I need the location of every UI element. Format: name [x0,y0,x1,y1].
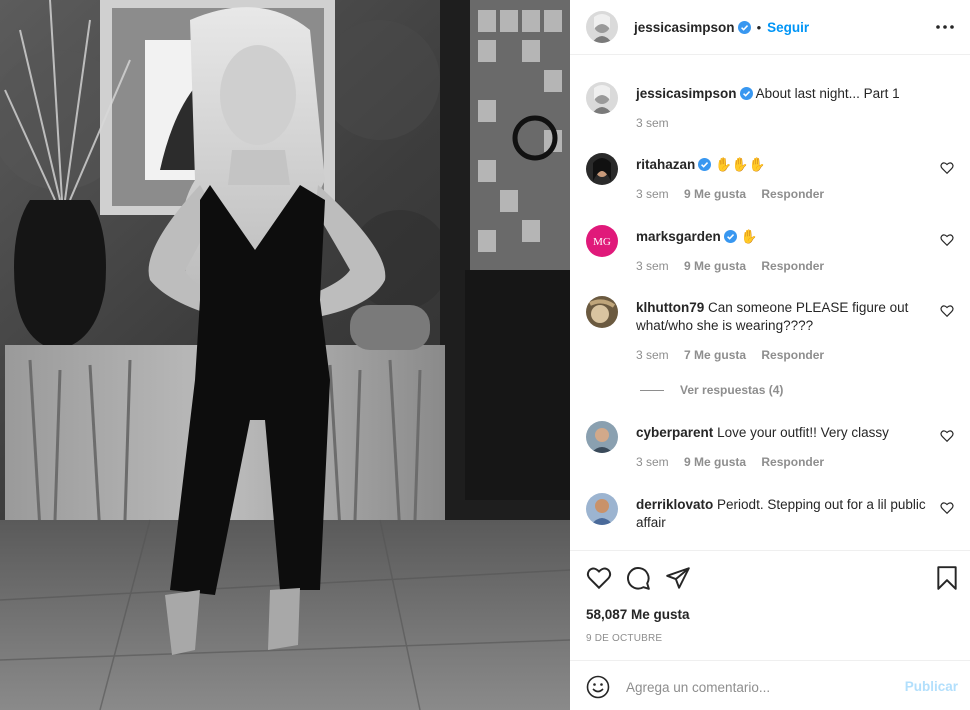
comment-item: cyberparent Love your outfit!! Very clas… [586,421,954,471]
verified-badge-icon [698,158,712,171]
caption-body: About last night... Part 1 [755,86,900,101]
comment-text: ritahazan ✋✋✋ [636,156,926,174]
comment-icon[interactable] [625,565,651,591]
comment-likes[interactable]: 9 Me gusta [684,455,746,469]
comment-body: Love your outfit!! Very classy [717,425,889,440]
caption-username[interactable]: jessicasimpson [636,86,737,101]
comment-username[interactable]: derriklovato [636,497,713,512]
comment-username[interactable]: ritahazan [636,157,695,172]
more-horizontal-icon[interactable] [934,18,956,36]
comment-text: derriklovato Periodt. Stepping out for a… [636,496,926,532]
view-replies-button[interactable]: Ver respuestas (4) [640,383,783,397]
like-comment-heart-icon[interactable] [940,304,954,318]
comment-username[interactable]: klhutton79 [636,300,704,315]
reply-button[interactable]: Responder [761,348,824,362]
comment-time[interactable]: 3 sem [636,455,669,469]
comment-username[interactable]: marksgarden [636,229,721,244]
commenter-avatar[interactable] [586,296,618,328]
comment-meta: 3 sem 9 Me gusta Responder [636,187,836,201]
post-date: 9 DE OCTUBRE [586,633,663,644]
like-comment-heart-icon[interactable] [940,161,954,175]
like-comment-heart-icon[interactable] [940,501,954,515]
follow-button[interactable]: Seguir [767,20,809,35]
verified-badge-icon [723,230,737,243]
separator-dot: • [756,19,762,35]
reply-button[interactable]: Responder [761,187,824,201]
commenter-avatar[interactable] [586,493,618,525]
caption-text: jessicasimpson About last night... Part … [636,85,926,103]
caption-time[interactable]: 3 sem [636,116,669,130]
like-comment-heart-icon[interactable] [940,429,954,443]
share-icon[interactable] [665,565,691,591]
caption: jessicasimpson About last night... Part … [586,82,954,132]
commenter-avatar[interactable] [586,153,618,185]
author-avatar[interactable] [586,82,618,114]
comment-input[interactable] [626,675,896,699]
post-photo[interactable] [0,0,570,710]
publish-button[interactable]: Publicar [905,679,958,694]
caption-meta: 3 sem [636,116,681,130]
heart-icon[interactable] [586,565,612,591]
reply-button[interactable]: Responder [761,259,824,273]
comment-time[interactable]: 3 sem [636,259,669,273]
reply-button[interactable]: Responder [761,455,824,469]
author-avatar[interactable] [586,11,618,43]
commenter-avatar[interactable]: MG [586,225,618,257]
comment-meta: 3 sem 7 Me gusta Responder [636,348,836,362]
like-comment-heart-icon[interactable] [940,233,954,247]
post-panel: jessicasimpson • Seguir jessicasimpson A… [570,0,970,710]
comment-item: ritahazan ✋✋✋ 3 sem 9 Me gusta Responder [586,153,954,203]
verified-badge-icon [737,20,751,34]
post-header: jessicasimpson • Seguir [570,0,970,55]
comment-text: cyberparent Love your outfit!! Very clas… [636,424,926,442]
author-username[interactable]: jessicasimpson [634,20,735,35]
comment-item: klhutton79 Can someone PLEASE figure out… [586,296,954,366]
replies-divider [640,389,664,391]
comment-text: klhutton79 Can someone PLEASE figure out… [636,299,926,335]
comment-likes[interactable]: 7 Me gusta [684,348,746,362]
comments-list[interactable]: jessicasimpson About last night... Part … [570,56,970,550]
comment-username[interactable]: cyberparent [636,425,713,440]
comment-body: ✋✋✋ [715,157,766,172]
add-comment-bar: Publicar [570,660,970,710]
comment-meta: 3 sem 9 Me gusta Responder [636,259,836,273]
comment-text: marksgarden ✋ [636,228,926,246]
comment-likes[interactable]: 9 Me gusta [684,187,746,201]
bookmark-icon[interactable] [934,565,960,591]
comment-meta: 3 sem 9 Me gusta Responder [636,455,836,469]
comment-item: derriklovato Periodt. Stepping out for a… [586,493,954,543]
comment-time[interactable]: 3 sem [636,348,669,362]
comment-likes[interactable]: 9 Me gusta [684,259,746,273]
commenter-avatar[interactable] [586,421,618,453]
view-replies-label: Ver respuestas (4) [680,383,784,397]
comment-body: ✋ [740,229,758,244]
likes-count[interactable]: 58,087 Me gusta [586,607,690,622]
emoji-icon[interactable] [586,675,610,699]
post-actions: 58,087 Me gusta 9 DE OCTUBRE [570,550,970,660]
comment-item: MG marksgarden ✋ 3 sem 9 Me gusta Respon… [586,225,954,275]
comment-time[interactable]: 3 sem [636,187,669,201]
verified-badge-icon [739,87,753,100]
commenter-avatar-logo: MG [593,236,611,248]
post-image [0,0,570,710]
